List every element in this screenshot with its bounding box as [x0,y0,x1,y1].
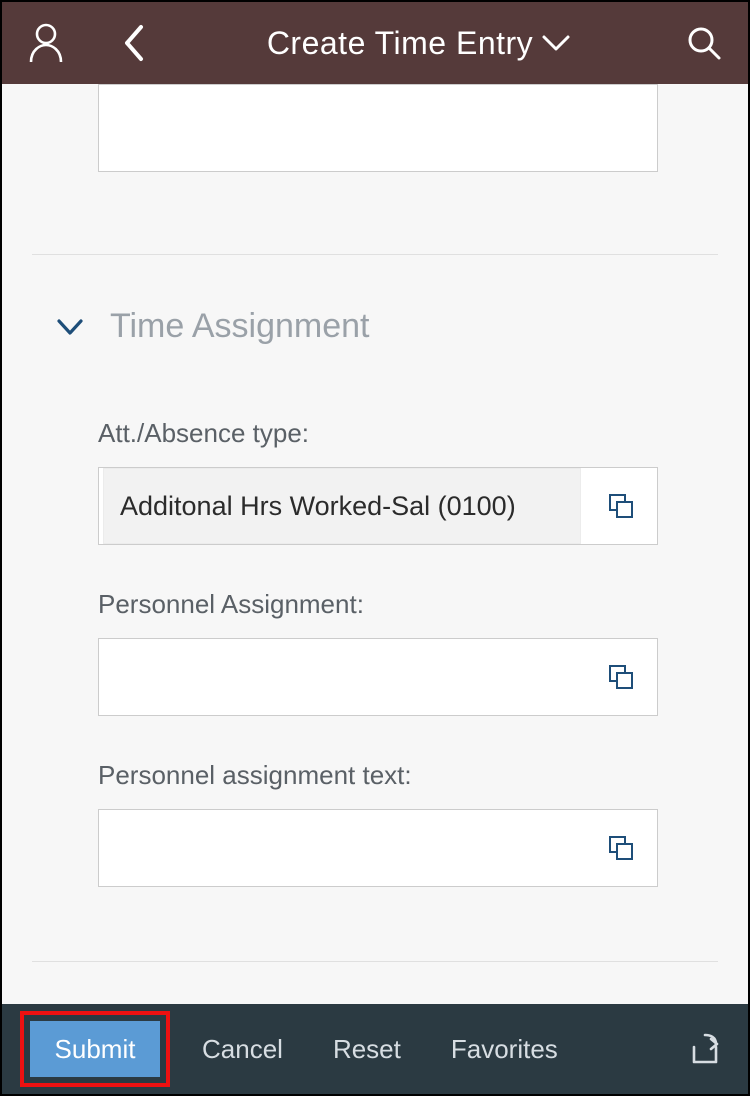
chevron-down-icon [56,318,84,336]
personnel-assignment-text-input-group [98,809,658,887]
field-label: Att./Absence type: [98,418,718,449]
favorites-button[interactable]: Favorites [439,1021,570,1077]
section-divider [32,961,718,962]
field-personnel-assignment-text: Personnel assignment text: [98,760,718,887]
search-button[interactable] [678,25,730,61]
cancel-button[interactable]: Cancel [190,1021,295,1077]
previous-field-input[interactable] [98,84,658,172]
chevron-down-icon [541,34,571,52]
field-att-absence-type: Att./Absence type: [98,418,718,545]
field-label: Personnel Assignment: [98,589,718,620]
personnel-assignment-input-group [98,638,658,716]
page-title: Create Time Entry [267,25,533,62]
att-absence-type-input[interactable] [120,491,564,522]
app-header: Create Time Entry [2,2,748,84]
share-button[interactable] [686,1021,724,1077]
footer-toolbar: Submit Cancel Reset Favorites [2,1004,748,1094]
time-assignment-form: Att./Absence type: Personnel Assignment: [2,398,748,931]
previous-field[interactable] [99,85,657,171]
personnel-assignment-input[interactable] [115,662,569,693]
field-label: Personnel assignment text: [98,760,718,791]
tutorial-highlight: Submit [26,1017,164,1081]
value-help-button[interactable] [585,468,657,544]
section-header-time-assignment[interactable]: Time Assignment [2,255,748,398]
personnel-assignment-text-input[interactable] [115,833,569,864]
section-title: Time Assignment [110,307,370,346]
content-area: Time Assignment Att./Absence type: [2,84,748,1004]
reset-button[interactable]: Reset [321,1021,413,1077]
att-absence-type-input-group [98,467,658,545]
field-personnel-assignment: Personnel Assignment: [98,589,718,716]
page-title-dropdown[interactable]: Create Time Entry [160,25,678,62]
submit-button[interactable]: Submit [30,1021,160,1077]
value-help-button[interactable] [585,639,657,715]
value-help-button[interactable] [585,810,657,886]
profile-button[interactable] [20,23,72,63]
back-button[interactable] [108,23,160,63]
